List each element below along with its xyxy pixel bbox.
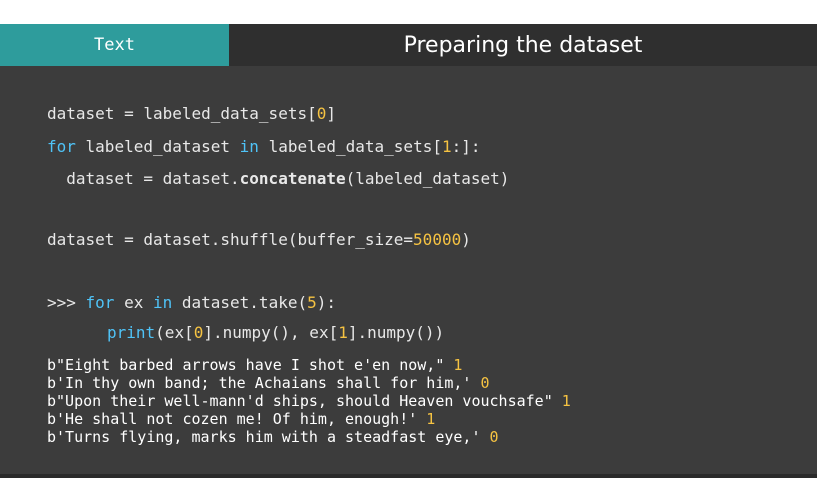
code-text: ex [114,293,153,312]
title-bar: Preparing the dataset [229,24,817,66]
code-line-2: for labeled_dataset in labeled_data_sets… [47,137,481,156]
output-text: b'Turns flying, marks him with a steadfa… [47,428,490,446]
code-text: dataset = dataset.shuffle(buffer_size= [47,230,414,249]
section-tab-label: Text [94,35,135,55]
code-text: ] [326,104,336,123]
output-text: b"Eight barbed arrows have I shot e'en n… [47,356,454,374]
code-line-6: print(ex[0].numpy(), ex[1].numpy()) [107,323,444,342]
output-label: 1 [426,410,436,428]
code-method: concatenate [239,169,346,188]
output-label: 0 [480,374,490,392]
output-label: 0 [489,428,499,446]
code-line-1: dataset = labeled_data_sets[0] [47,104,336,123]
slide-header: Text Preparing the dataset [0,24,817,66]
code-number: 0 [316,104,327,123]
slide: Text Preparing the dataset dataset = lab… [0,24,817,478]
code-number: 1 [441,137,452,156]
code-text: labeled_data_sets[ [258,137,442,156]
output-line: b"Eight barbed arrows have I shot e'en n… [47,356,462,374]
output-label: 1 [561,392,571,410]
code-line-5: >>> for ex in dataset.take(5): [47,293,336,312]
code-keyword: for [85,293,115,312]
output-line: b'In thy own band; the Achaians shall fo… [47,374,490,392]
output-text: b"Upon their well-mann'd ships, should H… [47,392,562,410]
code-text: dataset = labeled_data_sets[ [47,104,317,123]
code-number: 50000 [413,230,462,249]
code-number: 5 [307,293,317,312]
code-line-4: dataset = dataset.shuffle(buffer_size=50… [47,230,471,249]
bottom-strip [0,474,817,478]
output-line: b'He shall not cozen me! Of him, enough!… [47,410,435,428]
output-text: b'In thy own band; the Achaians shall fo… [47,374,481,392]
code-text: ].numpy(), ex[ [203,323,339,342]
code-text: dataset = dataset. [47,169,240,188]
code-text: ].numpy()) [347,323,445,342]
code-text: labeled_dataset [75,137,240,156]
code-text: :]: [451,137,481,156]
code-text: ) [461,230,471,249]
code-keyword: in [152,293,173,312]
code-keyword: print [107,323,156,342]
code-number: 1 [338,323,348,342]
code-keyword: in [239,137,259,156]
output-label: 1 [453,356,463,374]
code-text: ): [316,293,336,312]
code-keyword: for [47,137,76,156]
output-line: b"Upon their well-mann'd ships, should H… [47,392,571,410]
output-line: b'Turns flying, marks him with a steadfa… [47,428,499,446]
code-text: (ex[ [155,323,194,342]
repl-prompt: >>> [47,293,86,312]
code-text: (labeled_dataset) [345,169,510,188]
slide-title: Preparing the dataset [403,32,643,58]
section-tab: Text [0,24,229,66]
output-text: b'He shall not cozen me! Of him, enough!… [47,410,427,428]
code-text: dataset.take( [172,293,308,312]
code-line-3: dataset = dataset.concatenate(labeled_da… [47,169,509,188]
code-number: 0 [193,323,204,342]
